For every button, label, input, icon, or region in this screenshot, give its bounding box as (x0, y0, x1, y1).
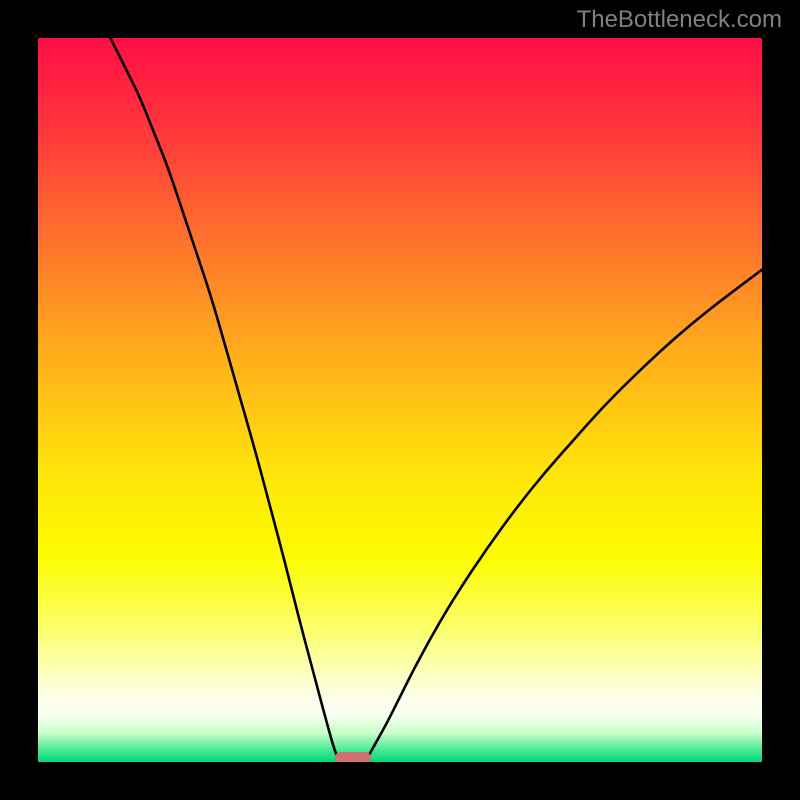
gradient-background (38, 38, 762, 762)
bottleneck-marker (335, 752, 371, 762)
bottleneck-chart (38, 38, 762, 762)
baseline-marker (335, 752, 371, 762)
watermark-text: TheBottleneck.com (577, 6, 782, 34)
chart-svg (38, 38, 762, 762)
